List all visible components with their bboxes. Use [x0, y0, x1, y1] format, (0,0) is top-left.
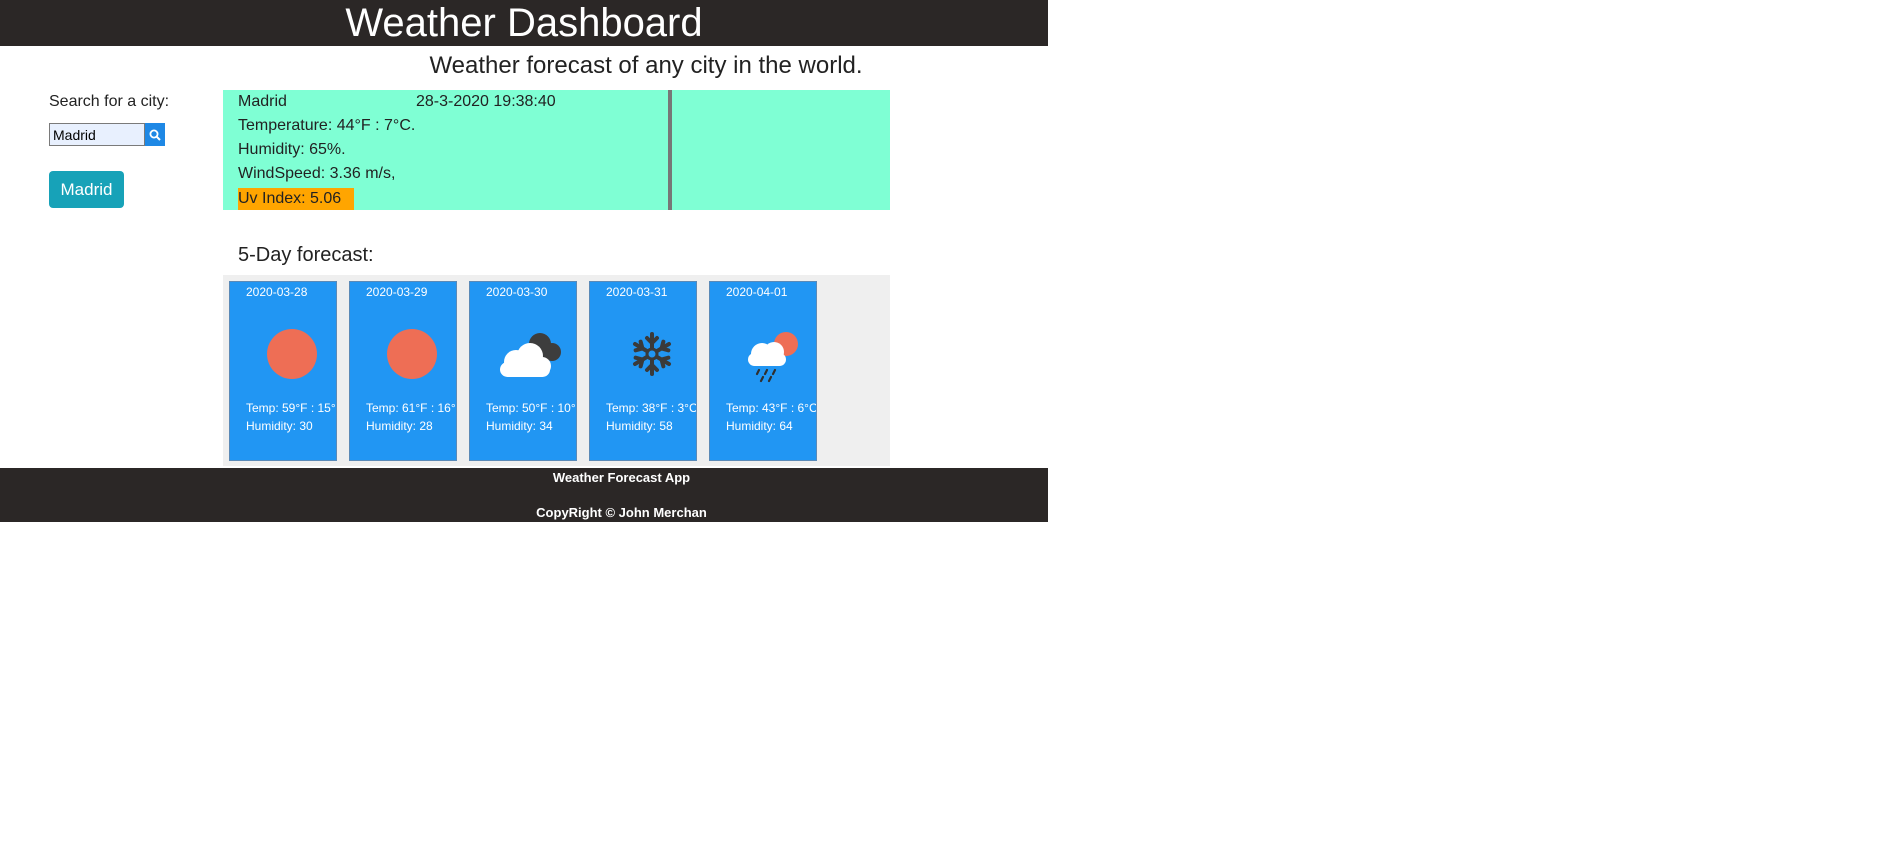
- sun-icon: [387, 329, 437, 379]
- forecast-date: 2020-03-28: [246, 285, 308, 299]
- forecast-temp: Temp: 43°F : 6°C: [726, 401, 817, 415]
- page-subtitle: Weather forecast of any city in the worl…: [429, 52, 863, 79]
- forecast-temp: Temp: 61°F : 16°C: [366, 401, 457, 415]
- forecast-date: 2020-03-30: [486, 285, 548, 299]
- page-title: Weather Dashboard: [345, 1, 703, 45]
- sun-icon: [267, 329, 317, 379]
- search-box: [49, 123, 165, 146]
- current-city: Madrid: [238, 93, 287, 110]
- current-weather-panel: Madrid 28-3-2020 19:38:40 Temperature: 4…: [223, 90, 890, 210]
- forecast-temp: Temp: 50°F : 10°C: [486, 401, 577, 415]
- search-label: Search for a city:: [49, 93, 170, 110]
- snowflake-icon: [633, 332, 671, 376]
- forecast-humidity: Humidity: 34: [486, 419, 553, 433]
- forecast-card: 2020-03-29 Temp: 61°F : 16°C Humidity: 2…: [349, 281, 457, 461]
- panel-divider: [668, 90, 672, 210]
- forecast-temp: Temp: 38°F : 3°C: [606, 401, 697, 415]
- forecast-card: 2020-03-31 Temp: 38°F : 3°C Humidity: 58: [589, 281, 697, 461]
- current-temperature: Temperature: 44°F : 7°C.: [238, 117, 416, 134]
- forecast-humidity: Humidity: 64: [726, 419, 793, 433]
- current-datetime: 28-3-2020 19:38:40: [416, 93, 556, 110]
- app-footer: Weather Forecast App CopyRight © John Me…: [0, 468, 1048, 522]
- forecast-date: 2020-04-01: [726, 285, 788, 299]
- forecast-title: 5-Day forecast:: [238, 244, 374, 266]
- forecast-card: 2020-03-28 Temp: 59°F : 15°C Humidity: 3…: [229, 281, 337, 461]
- search-input[interactable]: [49, 123, 145, 146]
- uv-index-badge: Uv Index: 5.06: [238, 188, 354, 210]
- footer-copyright: CopyRight © John Merchan: [536, 505, 707, 520]
- search-button[interactable]: [145, 123, 165, 146]
- rain-cloud-icon: [748, 332, 798, 383]
- app-header: Weather Dashboard: [0, 0, 1048, 46]
- cloud-icon: [500, 333, 561, 377]
- forecast-temp: Temp: 59°F : 15°C: [246, 401, 337, 415]
- current-humidity: Humidity: 65%.: [238, 141, 346, 158]
- forecast-humidity: Humidity: 30: [246, 419, 313, 433]
- forecast-area: 2020-03-28 Temp: 59°F : 15°C Humidity: 3…: [223, 275, 890, 466]
- forecast-card: 2020-04-01 Temp: 43°F : 6°C Humidity: 64: [709, 281, 817, 461]
- history-city-button[interactable]: Madrid: [49, 171, 124, 208]
- footer-app-name: Weather Forecast App: [552, 470, 691, 485]
- search-icon: [149, 129, 161, 141]
- forecast-date: 2020-03-29: [366, 285, 428, 299]
- forecast-humidity: Humidity: 58: [606, 419, 673, 433]
- forecast-card: 2020-03-30 Temp: 50°F : 10°C Humidity: 3…: [469, 281, 577, 461]
- current-wind: WindSpeed: 3.36 m/s,: [238, 165, 396, 182]
- forecast-date: 2020-03-31: [606, 285, 668, 299]
- forecast-humidity: Humidity: 28: [366, 419, 433, 433]
